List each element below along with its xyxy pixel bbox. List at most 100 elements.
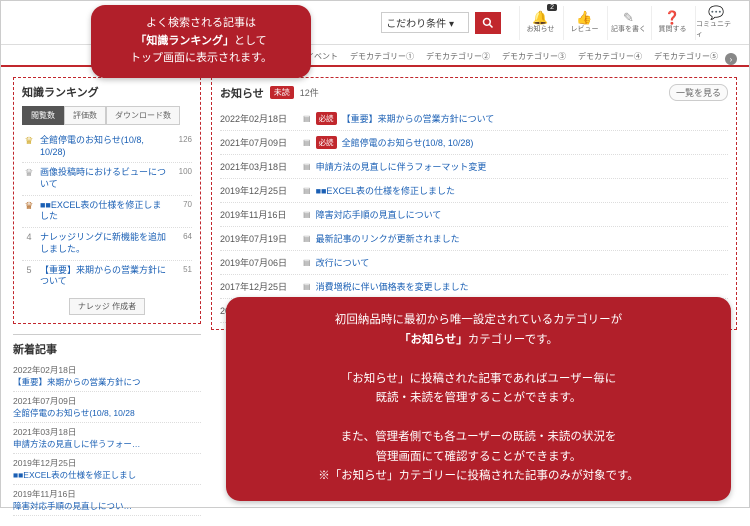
ranking-list: ♛全館停電のお知らせ(10/8, 10/28)126♛画像投稿時におけるビューに…	[22, 131, 192, 292]
crown-icon: ♛	[25, 168, 34, 179]
notice-link: 全館停電のお知らせ(10/8, 10/28)	[342, 136, 474, 149]
rank-link: 全館停電のお知らせ(10/8, 10/28)	[40, 135, 168, 158]
new-article-item[interactable]: 2022年02月18日【重要】来期からの営業方針につ	[13, 361, 201, 392]
new-article-link: 障害対応手順の見直しについ…	[13, 500, 201, 512]
search-button[interactable]	[475, 12, 501, 34]
notices-header: お知らせ 未読 12件 一覧を見る	[220, 84, 728, 101]
ranking-item[interactable]: 4ナレッジリングに新機能を追加しました。64	[22, 228, 192, 260]
new-articles-list: 2022年02月18日【重要】来期からの営業方針につ2021年07月09日全館停…	[13, 361, 201, 516]
notices-count: 12件	[300, 86, 319, 99]
notice-date: 2019年07月19日	[220, 232, 298, 245]
rank-link: ナレッジリングに新機能を追加しました。	[40, 232, 168, 255]
header-glyph-icon: 🔔	[532, 11, 548, 24]
rank-count: 100	[172, 167, 192, 190]
header-glyph-icon: 💬	[708, 6, 724, 19]
notice-row[interactable]: 2021年03月18日▤申請方法の見直しに伴うフォーマット変更	[220, 155, 728, 179]
ranking-item[interactable]: ♛■■EXCEL表の仕様を修正しました70	[22, 196, 192, 228]
header-glyph-icon: ❓	[664, 11, 680, 24]
search-filter-select[interactable]: こだわり条件 ▾	[381, 12, 469, 33]
left-column: 知識ランキング 閲覧数 評価数 ダウンロード数 ♛全館停電のお知らせ(10/8,…	[13, 77, 201, 516]
rank-number: 4	[22, 232, 36, 255]
header-icon-お知らせ[interactable]: 2🔔お知らせ	[519, 6, 561, 40]
new-article-item[interactable]: 2021年07月09日全館停電のお知らせ(10/8, 10/28	[13, 392, 201, 423]
new-article-date: 2021年07月09日	[13, 395, 201, 407]
notice-date: 2019年07月06日	[220, 256, 298, 269]
rank-link: 画像投稿時におけるビューについて	[40, 167, 168, 190]
new-articles-title: 新着記事	[13, 341, 201, 357]
ranking-tab-ratings[interactable]: 評価数	[64, 106, 106, 125]
notice-link: 申請方法の見直しに伴うフォーマット変更	[316, 160, 487, 173]
notices-view-all[interactable]: 一覧を見る	[669, 84, 728, 101]
rank-link: 【重要】来期からの営業方針について	[40, 265, 168, 288]
notice-date: 2022年02月18日	[220, 112, 298, 125]
ranking-tab-downloads[interactable]: ダウンロード数	[106, 106, 180, 125]
category-tab[interactable]: デモカテゴリー③	[497, 48, 571, 65]
header-icons: 2🔔お知らせ👍レビュー✎記事を書く❓質問する💬コミュニティ	[519, 6, 737, 40]
file-icon: ▤	[303, 258, 311, 267]
ranking-footer-button[interactable]: ナレッジ 作成者	[69, 298, 145, 315]
search-filter-label: こだわり条件	[386, 19, 446, 30]
new-article-date: 2019年12月25日	[13, 457, 201, 469]
notification-badge: 2	[547, 4, 557, 11]
header-icon-label: 質問する	[659, 24, 687, 34]
new-article-item[interactable]: 2019年11月16日障害対応手順の見直しについ…	[13, 485, 201, 516]
callout-notices: 初回納品時に最初から唯一設定されているカテゴリーが 「お知らせ」カテゴリーです。…	[226, 297, 731, 501]
notices-panel: お知らせ 未読 12件 一覧を見る 2022年02月18日 ▤ 必読【重要】来期から…	[211, 77, 737, 330]
category-tab[interactable]: デモカテゴリー⑤	[649, 48, 723, 65]
notices-title: お知らせ	[220, 85, 264, 101]
notice-row[interactable]: 2017年12月25日 ▤ 消費増税に伴い価格表を変更しました	[220, 275, 728, 299]
new-article-link: 【重要】来期からの営業方針につ	[13, 376, 201, 388]
unread-badge: 必読	[316, 112, 337, 125]
header-glyph-icon: 👍	[576, 11, 592, 24]
header-icon-質問する[interactable]: ❓質問する	[651, 6, 693, 40]
rank-number: ♛	[22, 200, 36, 223]
ranking-item[interactable]: ♛ 画像投稿時におけるビューについて100	[22, 163, 192, 195]
new-article-item[interactable]: 2019年12月25日■■EXCEL表の仕様を修正しまし	[13, 454, 201, 485]
file-icon: ▤	[303, 138, 311, 147]
notice-link: 消費増税に伴い価格表を変更しました	[316, 280, 469, 293]
category-tab[interactable]: デモカテゴリー④	[573, 48, 647, 65]
ranking-tab-views[interactable]: 閲覧数	[22, 106, 64, 125]
notice-link: 最新記事のリンクが更新されました	[316, 232, 460, 245]
notice-link: 障害対応手順の見直しについて	[316, 208, 442, 221]
new-article-link: ■■EXCEL表の仕様を修正しまし	[13, 469, 201, 481]
header-glyph-icon: ✎	[623, 11, 634, 24]
notices-unread-tag: 未読	[270, 86, 294, 99]
header-icon-記事を書く[interactable]: ✎記事を書く	[607, 6, 649, 40]
category-tab[interactable]: デモカテゴリー②	[421, 48, 495, 65]
knowledge-ranking-panel: 知識ランキング 閲覧数 評価数 ダウンロード数 ♛全館停電のお知らせ(10/8,…	[13, 77, 201, 324]
notice-link: 改行について	[316, 256, 370, 269]
crown-icon: ♛	[25, 201, 34, 212]
category-tab[interactable]: デモカテゴリー①	[345, 48, 419, 65]
new-article-item[interactable]: 2021年03月18日申請方法の見直しに伴うフォー…	[13, 423, 201, 454]
notice-link: ■■EXCEL表の仕様を修正しました	[316, 184, 455, 197]
notices-list: 2022年02月18日 ▤ 必読【重要】来期からの営業方針について 2021年07月0…	[220, 107, 728, 323]
notice-date: 2017年12月25日	[220, 280, 298, 293]
notice-date: 2021年03月18日	[220, 160, 298, 173]
new-article-date: 2022年02月18日	[13, 364, 201, 376]
new-articles-panel: 新着記事 2022年02月18日【重要】来期からの営業方針につ2021年07月0…	[13, 334, 201, 516]
notice-date: 2019年12月25日	[220, 184, 298, 197]
notice-row[interactable]: 2019年07月06日 ▤ 改行について	[220, 251, 728, 275]
notice-link: 【重要】来期からの営業方針について	[342, 112, 495, 125]
notice-date: 2021年07月09日	[220, 136, 298, 149]
search-icon	[482, 17, 494, 29]
header-icon-label: コミュニティ	[696, 19, 737, 39]
ranking-item[interactable]: ♛全館停電のお知らせ(10/8, 10/28)126	[22, 131, 192, 163]
notice-row[interactable]: 2019年12月25日▤■■EXCEL表の仕様を修正しました	[220, 179, 728, 203]
notice-row[interactable]: 2022年02月18日 ▤ 必読【重要】来期からの営業方針について	[220, 107, 728, 131]
ranking-item[interactable]: 5【重要】来期からの営業方針について51	[22, 261, 192, 292]
notice-row[interactable]: 2019年11月16日▤障害対応手順の見直しについて	[220, 203, 728, 227]
tabs-more-icon[interactable]: ›	[725, 53, 737, 65]
header-icon-レビュー[interactable]: 👍レビュー	[563, 6, 605, 40]
file-icon: ▤	[303, 114, 311, 123]
header-icon-label: レビュー	[571, 24, 599, 34]
file-icon: ▤	[303, 210, 311, 219]
file-icon: ▤	[303, 282, 311, 291]
header-icon-コミュニティ[interactable]: 💬コミュニティ	[695, 6, 737, 40]
rank-count: 126	[172, 135, 192, 158]
header-icon-label: お知らせ	[527, 24, 555, 34]
notice-row[interactable]: 2019年07月19日▤最新記事のリンクが更新されました	[220, 227, 728, 251]
callout-ranking: よく検索される記事は 「知識ランキング」として トップ画面に表示されます。	[91, 5, 311, 78]
notice-row[interactable]: 2021年07月09日▤必読全館停電のお知らせ(10/8, 10/28)	[220, 131, 728, 155]
